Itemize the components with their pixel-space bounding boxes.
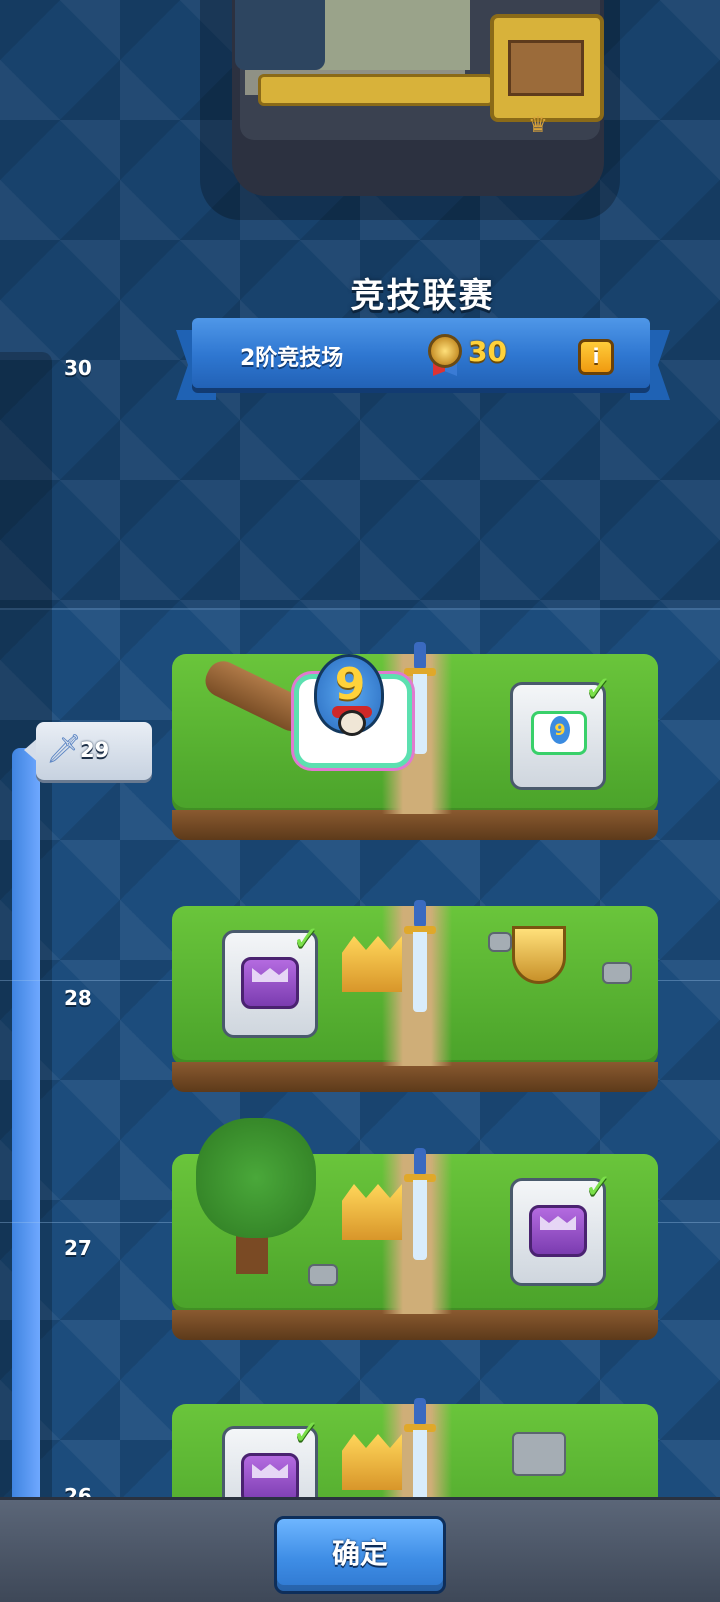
castle-roof bbox=[235, 0, 325, 70]
rock-decoration bbox=[308, 1264, 338, 1286]
chest-icon bbox=[529, 1205, 587, 1257]
trophy-count: 30 bbox=[468, 335, 507, 368]
check-icon: ✓ bbox=[584, 1167, 613, 1207]
emote-number: 9 bbox=[334, 659, 366, 710]
trophy-cup-decoration bbox=[512, 926, 566, 984]
arena-divider bbox=[0, 608, 720, 610]
castle-wall bbox=[258, 74, 494, 106]
rock-decoration bbox=[488, 932, 512, 952]
chest-icon bbox=[241, 957, 299, 1009]
tile-dirt bbox=[172, 1062, 658, 1092]
reward-tile-28[interactable]: ✓ bbox=[172, 900, 658, 1096]
rock-decoration bbox=[512, 1432, 566, 1476]
crown-icon: ♛ bbox=[528, 113, 548, 138]
reward-tile-27[interactable]: ✓ bbox=[172, 1118, 658, 1344]
check-icon: ✓ bbox=[584, 669, 613, 709]
check-icon: ✓ bbox=[292, 919, 321, 959]
sword-decoration bbox=[404, 898, 436, 1018]
trophy-icon bbox=[428, 334, 462, 368]
reward-tile-29[interactable]: 9 ✓ bbox=[172, 642, 658, 844]
sword-decoration bbox=[404, 1146, 436, 1266]
tree-decoration bbox=[196, 1118, 316, 1238]
check-icon: ✓ bbox=[292, 1413, 321, 1453]
tick-label-30: 30 bbox=[64, 356, 92, 380]
tile-dirt bbox=[172, 1310, 658, 1340]
castle-gate-door bbox=[508, 40, 584, 96]
ok-button[interactable]: 确定 bbox=[274, 1516, 446, 1594]
tick-label-27: 27 bbox=[64, 1236, 92, 1260]
skull-icon bbox=[338, 710, 366, 736]
emote-icon bbox=[531, 711, 587, 755]
progress-marker-value: 29 bbox=[80, 738, 110, 762]
arena-label: 2阶竞技场 bbox=[240, 346, 344, 371]
sword-decoration bbox=[404, 1396, 436, 1516]
league-title: 竞技联赛 bbox=[350, 276, 495, 316]
tick-label-28: 28 bbox=[64, 986, 92, 1010]
chest-icon bbox=[241, 1453, 299, 1505]
info-button[interactable]: i bbox=[578, 339, 614, 375]
progress-fill bbox=[12, 748, 40, 1508]
castle-courtyard bbox=[320, 0, 470, 70]
tile-dirt bbox=[172, 810, 658, 840]
sword-icon: 🗡 bbox=[46, 732, 82, 765]
rock-decoration bbox=[602, 962, 632, 984]
tree-trunk bbox=[236, 1234, 268, 1274]
